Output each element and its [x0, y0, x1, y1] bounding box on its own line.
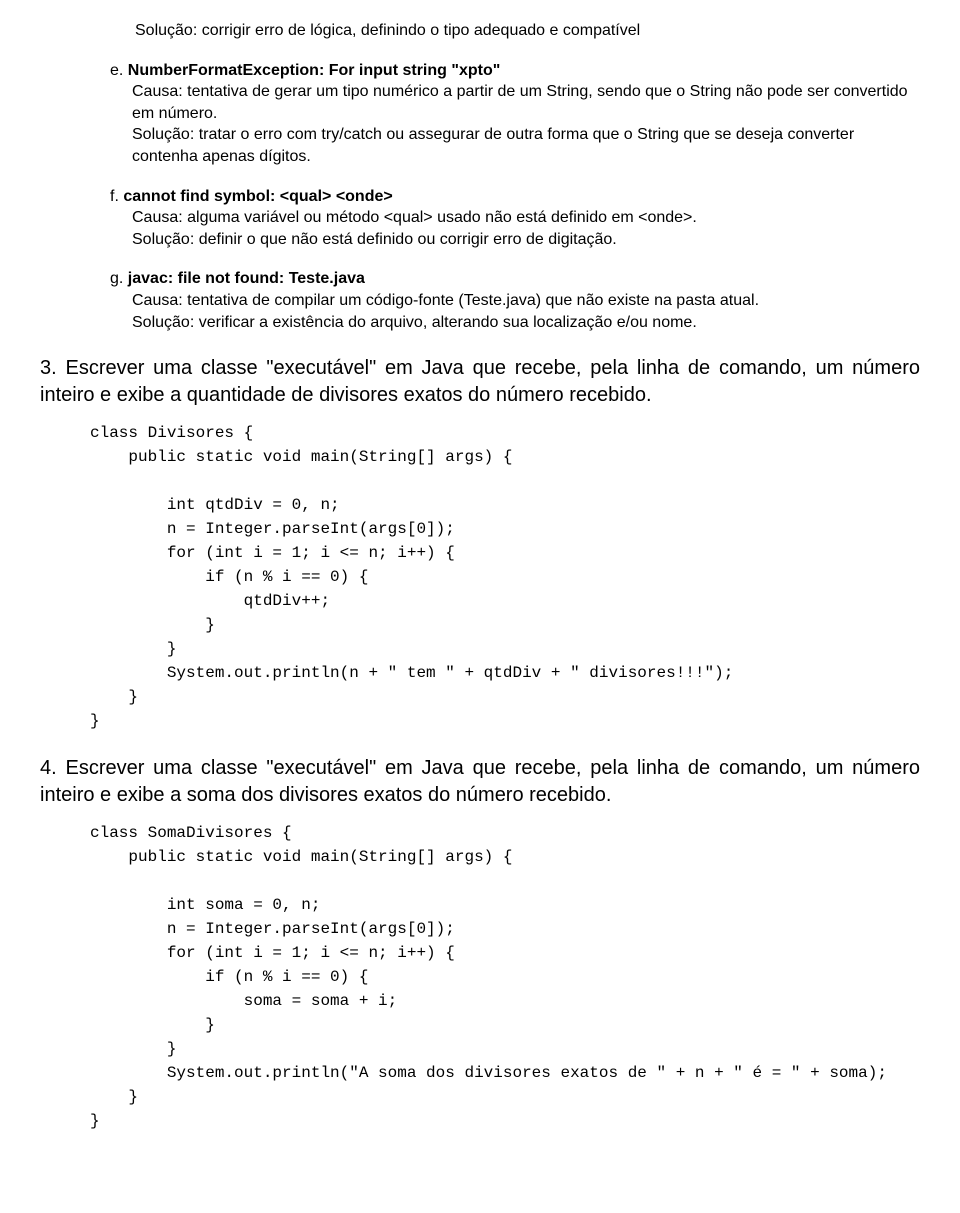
item-g-title: javac: file not found: Teste.java — [128, 270, 365, 287]
item-g-solucao: Solução: verificar a existência do arqui… — [132, 312, 920, 334]
item-e-solucao: Solução: tratar o erro com try/catch ou … — [132, 124, 920, 167]
item-g-causa: Causa: tentativa de compilar um código-f… — [132, 290, 920, 312]
q4-text: Escrever uma classe "executável" em Java… — [40, 757, 920, 806]
top-solution-line: Solução: corrigir erro de lógica, defini… — [135, 20, 920, 42]
q3-text: Escrever uma classe "executável" em Java… — [40, 357, 920, 406]
item-e-title: NumberFormatException: For input string … — [128, 62, 501, 79]
item-f-letter: f. — [110, 188, 119, 205]
question-3: 3. Escrever uma classe "executável" em J… — [40, 355, 920, 409]
item-f-solucao: Solução: definir o que não está definido… — [132, 229, 920, 251]
item-g: g. javac: file not found: Teste.java Cau… — [110, 268, 920, 333]
item-e: e. NumberFormatException: For input stri… — [110, 60, 920, 168]
item-e-causa: Causa: tentativa de gerar um tipo numéri… — [132, 81, 920, 124]
q3-number: 3. — [40, 357, 57, 379]
q4-code: class SomaDivisores { public static void… — [90, 821, 920, 1133]
top-solution-text: Solução: corrigir erro de lógica, defini… — [135, 22, 640, 39]
item-e-letter: e. — [110, 62, 123, 79]
q4-number: 4. — [40, 757, 57, 779]
q3-code: class Divisores { public static void mai… — [90, 421, 920, 733]
item-f-title: cannot find symbol: <qual> <onde> — [123, 188, 392, 205]
item-f-causa: Causa: alguma variável ou método <qual> … — [132, 207, 920, 229]
item-f: f. cannot find symbol: <qual> <onde> Cau… — [110, 186, 920, 251]
item-g-letter: g. — [110, 270, 123, 287]
question-4: 4. Escrever uma classe "executável" em J… — [40, 755, 920, 809]
